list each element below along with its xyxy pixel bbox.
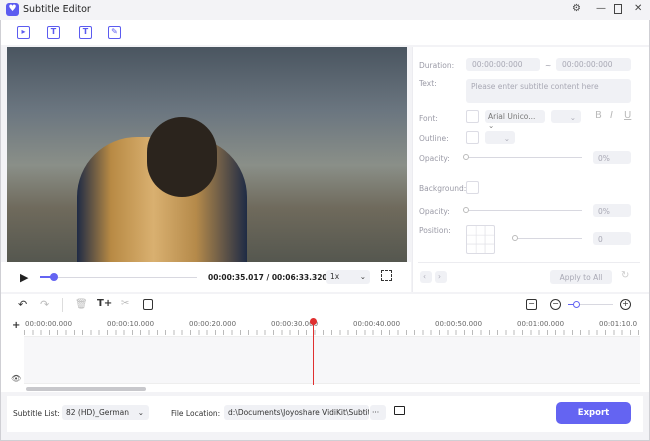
search-subtitle-icon[interactable] xyxy=(143,299,153,310)
font-size-select[interactable]: ⌄ xyxy=(551,110,581,123)
toolbar-divider xyxy=(62,298,63,312)
timeline-ruler-ticks xyxy=(24,330,640,335)
background-label: Background: xyxy=(419,184,467,193)
undo-icon[interactable]: ↶ xyxy=(18,298,27,311)
panel-divider xyxy=(418,262,640,263)
time-readout: 00:00:35.017 / 00:06:33.320 xyxy=(208,273,328,282)
folder-icon[interactable] xyxy=(394,406,405,415)
reset-icon[interactable]: ↻ xyxy=(621,270,629,281)
import-video-icon[interactable]: ▸ xyxy=(17,26,30,39)
outline-color-swatch[interactable] xyxy=(466,131,479,144)
fullscreen-icon[interactable] xyxy=(381,270,392,281)
zoom-knob[interactable] xyxy=(573,301,580,308)
ruler-tick-label: 00:01:10.0 xyxy=(599,320,638,328)
position-field[interactable]: 0 xyxy=(593,232,631,245)
apply-to-all-button[interactable]: Apply to All xyxy=(550,270,612,284)
import-subtitle-icon[interactable]: T xyxy=(79,26,92,39)
settings-icon[interactable]: ⚙ xyxy=(572,3,581,14)
ruler-tick-label: 00:00:00.000 xyxy=(25,320,73,328)
minimize-button[interactable]: — xyxy=(596,3,606,14)
outline-label: Outline: xyxy=(419,134,449,143)
position-knob[interactable] xyxy=(512,235,518,241)
timeline-scrollbar[interactable] xyxy=(26,387,146,391)
bg-opacity-field[interactable]: 0% xyxy=(593,204,631,217)
browse-more-button[interactable]: ··· xyxy=(370,405,386,420)
font-label: Font: xyxy=(419,114,438,123)
video-head xyxy=(147,117,217,197)
text-label: Text: xyxy=(419,79,437,88)
seek-knob[interactable] xyxy=(50,273,58,281)
tilde: ~ xyxy=(545,61,552,70)
add-track-icon[interactable]: + xyxy=(12,320,20,331)
playhead[interactable] xyxy=(313,322,314,385)
cut-icon[interactable]: ✂ xyxy=(121,298,129,309)
position-slider[interactable] xyxy=(515,238,582,239)
eye-icon[interactable]: 👁 xyxy=(11,374,21,383)
prev-subtitle-button[interactable]: ‹ xyxy=(420,271,432,283)
play-icon[interactable]: ▶ xyxy=(20,271,28,284)
close-button[interactable]: ✕ xyxy=(634,3,642,14)
duration-label: Duration: xyxy=(419,61,455,70)
ruler-tick-label: 00:01:00.000 xyxy=(517,320,565,328)
seek-bar[interactable] xyxy=(40,277,197,278)
italic-button[interactable]: I xyxy=(610,110,613,121)
opacity-knob[interactable] xyxy=(463,154,469,160)
window-title: Subtitle Editor xyxy=(23,4,91,15)
subtitle-list-label: Subtitle List: xyxy=(13,409,60,418)
ruler-tick-label: 00:00:50.000 xyxy=(435,320,483,328)
bg-opacity-knob[interactable] xyxy=(463,207,469,213)
subtitle-text-input[interactable]: Please enter subtitle content here xyxy=(466,79,631,103)
redo-icon[interactable]: ↷ xyxy=(40,298,49,311)
export-button[interactable]: Export xyxy=(556,402,631,424)
position-label: Position: xyxy=(419,226,451,235)
maximize-button[interactable] xyxy=(614,4,622,14)
opacity-field[interactable]: 0% xyxy=(593,151,631,164)
ruler-tick-label: 00:00:40.000 xyxy=(353,320,401,328)
start-time-field[interactable]: 00:00:00:000 xyxy=(466,58,540,71)
ruler-tick-label: 00:00:20.000 xyxy=(189,320,237,328)
opacity-slider[interactable] xyxy=(465,157,582,158)
zoom-out-icon[interactable]: − xyxy=(550,299,561,310)
fit-timeline-icon[interactable]: − xyxy=(526,299,537,310)
edit-subtitle-icon[interactable]: ✎ xyxy=(108,26,121,39)
next-subtitle-button[interactable]: › xyxy=(435,271,447,283)
subtitle-track[interactable] xyxy=(24,336,640,384)
title-bar xyxy=(0,0,650,20)
app-logo-icon: ♥ xyxy=(6,3,19,16)
speed-select[interactable]: 1x ⌄ xyxy=(326,270,370,284)
add-subtitle-icon[interactable]: T xyxy=(47,26,60,39)
background-color-swatch[interactable] xyxy=(466,181,479,194)
bg-opacity-label: Opacity: xyxy=(419,207,450,216)
playhead-handle[interactable] xyxy=(310,318,317,325)
font-color-swatch[interactable] xyxy=(466,110,479,123)
subtitle-list-select[interactable]: 82 (HD)_German ⌄ xyxy=(62,405,149,420)
video-preview[interactable] xyxy=(7,47,407,262)
underline-button[interactable]: U xyxy=(624,110,631,121)
add-text-icon[interactable]: T+ xyxy=(97,298,112,309)
file-location-label: File Location: xyxy=(171,409,221,418)
bg-opacity-slider[interactable] xyxy=(465,210,582,211)
opacity-label: Opacity: xyxy=(419,154,450,163)
file-location-field[interactable]: d:\Documents\Joyoshare VidiKit\Subtitle xyxy=(224,405,369,420)
outline-size-select[interactable]: ⌄ xyxy=(485,131,515,144)
position-grid[interactable] xyxy=(466,225,495,254)
font-family-select[interactable]: Arial Unico... ⌄ xyxy=(485,110,545,130)
zoom-in-icon[interactable]: + xyxy=(620,299,631,310)
top-toolbar xyxy=(1,20,649,45)
ruler-tick-label: 00:00:10.000 xyxy=(107,320,155,328)
bold-button[interactable]: B xyxy=(595,110,602,121)
end-time-field[interactable]: 00:00:00:000 xyxy=(556,58,631,71)
delete-icon[interactable]: 🗑 xyxy=(75,299,88,310)
